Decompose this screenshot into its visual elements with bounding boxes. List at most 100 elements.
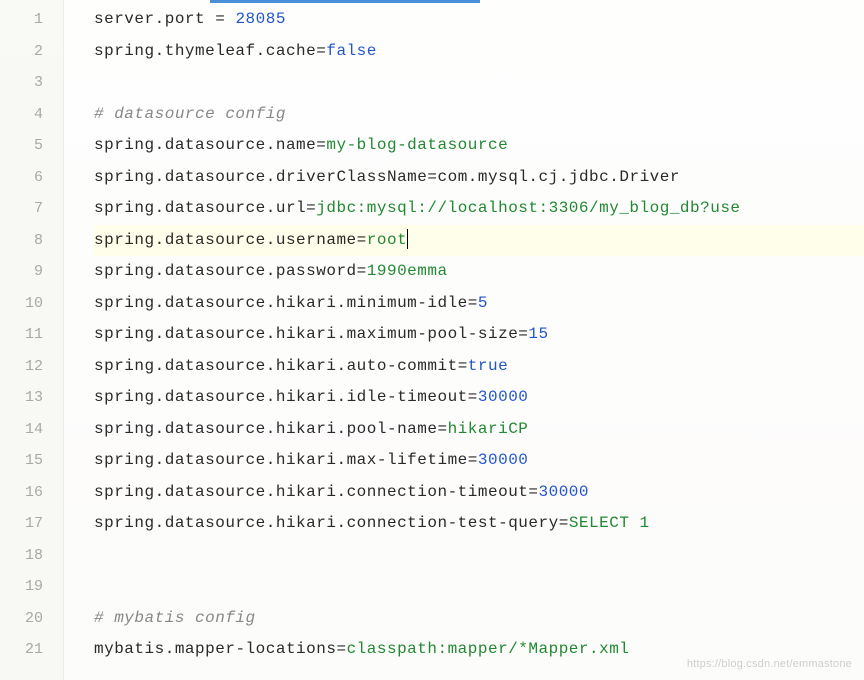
code-token: 1990emma — [367, 262, 448, 280]
code-token: . — [155, 262, 165, 280]
code-token: . — [336, 483, 346, 501]
line-number: 5 — [0, 130, 63, 162]
code-line[interactable]: spring.datasource.hikari.idle-timeout=30… — [94, 382, 864, 414]
code-token: spring — [94, 483, 155, 501]
code-token: . — [266, 514, 276, 532]
line-number: 4 — [0, 99, 63, 131]
code-token: . — [266, 451, 276, 469]
code-token: . — [266, 294, 276, 312]
code-area[interactable]: server.port = 28085spring.thymeleaf.cach… — [64, 0, 864, 680]
code-token: 30000 — [478, 388, 529, 406]
code-line[interactable]: spring.datasource.hikari.maximum-pool-si… — [94, 319, 864, 351]
code-token: # mybatis config — [94, 609, 256, 627]
code-line[interactable]: spring.datasource.hikari.connection-time… — [94, 477, 864, 509]
code-line[interactable] — [94, 540, 864, 572]
code-token: . — [266, 388, 276, 406]
watermark-text: https://blog.csdn.net/emmastone — [687, 658, 852, 670]
code-editor[interactable]: 123456789101112131415161718192021 server… — [0, 0, 864, 680]
code-token: . — [266, 420, 276, 438]
code-token: . — [155, 42, 165, 60]
code-token: . — [609, 168, 619, 186]
code-line[interactable]: spring.datasource.hikari.connection-test… — [94, 508, 864, 540]
line-number: 6 — [0, 162, 63, 194]
code-token: hikari — [276, 294, 337, 312]
line-number: 10 — [0, 288, 63, 320]
code-line[interactable]: spring.datasource.username=root — [94, 225, 864, 257]
code-token: 15 — [528, 325, 548, 343]
code-token: . — [336, 357, 346, 375]
code-token: . — [155, 388, 165, 406]
code-token: . — [155, 483, 165, 501]
code-token: jdbc — [569, 168, 609, 186]
code-token: hikari — [276, 420, 337, 438]
code-token: . — [336, 388, 346, 406]
code-token: hikari — [276, 388, 337, 406]
code-token: hikari — [276, 514, 337, 532]
code-token: classpath:mapper/*Mapper.xml — [347, 640, 630, 658]
code-line[interactable]: spring.datasource.password=1990emma — [94, 256, 864, 288]
code-token: . — [155, 199, 165, 217]
line-number: 19 — [0, 571, 63, 603]
code-token: . — [266, 168, 276, 186]
code-token: datasource — [165, 420, 266, 438]
code-token: spring — [94, 514, 155, 532]
code-line[interactable] — [94, 571, 864, 603]
code-token: . — [559, 168, 569, 186]
code-line[interactable]: spring.datasource.hikari.max-lifetime=30… — [94, 445, 864, 477]
code-line[interactable]: spring.datasource.name=my-blog-datasourc… — [94, 130, 864, 162]
code-token: datasource — [165, 451, 266, 469]
code-token: minimum-idle — [347, 294, 468, 312]
code-token: maximum-pool-size — [347, 325, 519, 343]
code-token: 30000 — [478, 451, 529, 469]
line-number: 1 — [0, 4, 63, 36]
line-number-gutter: 123456789101112131415161718192021 — [0, 0, 64, 680]
code-line[interactable]: spring.datasource.driverClassName=com.my… — [94, 162, 864, 194]
code-token: spring — [94, 451, 155, 469]
code-line[interactable]: spring.datasource.hikari.pool-name=hikar… — [94, 414, 864, 446]
code-token: mapper-locations — [175, 640, 337, 658]
code-token: hikari — [276, 483, 337, 501]
code-token: . — [266, 325, 276, 343]
code-token: . — [155, 514, 165, 532]
code-token: . — [336, 420, 346, 438]
code-line[interactable]: # datasource config — [94, 99, 864, 131]
code-token: . — [266, 483, 276, 501]
line-number: 8 — [0, 225, 63, 257]
code-token: = — [336, 640, 346, 658]
code-line[interactable]: spring.datasource.hikari.minimum-idle=5 — [94, 288, 864, 320]
code-token: . — [266, 199, 276, 217]
code-token: spring — [94, 262, 155, 280]
line-number: 18 — [0, 540, 63, 572]
code-token: mybatis — [94, 640, 165, 658]
code-line[interactable]: spring.datasource.url=jdbc:mysql://local… — [94, 193, 864, 225]
code-token: datasource — [165, 168, 266, 186]
code-token: . — [155, 325, 165, 343]
code-line[interactable]: spring.datasource.hikari.auto-commit=tru… — [94, 351, 864, 383]
code-token: auto-commit — [347, 357, 458, 375]
code-line[interactable]: spring.thymeleaf.cache=false — [94, 36, 864, 68]
code-line[interactable]: # mybatis config — [94, 603, 864, 635]
code-token: = — [316, 42, 326, 60]
code-token: = — [559, 514, 569, 532]
code-token: . — [266, 136, 276, 154]
code-token: = — [357, 262, 367, 280]
code-token: Driver — [619, 168, 680, 186]
line-number: 20 — [0, 603, 63, 635]
code-token: = — [458, 357, 468, 375]
code-token: pool-name — [347, 420, 438, 438]
code-line[interactable] — [94, 67, 864, 99]
code-line[interactable]: server.port = 28085 — [94, 4, 864, 36]
code-token: connection-timeout — [347, 483, 529, 501]
code-token: datasource — [165, 514, 266, 532]
code-token: . — [155, 294, 165, 312]
code-token: . — [155, 168, 165, 186]
code-token: port — [165, 10, 205, 28]
code-token: = — [205, 10, 235, 28]
code-token: datasource — [165, 357, 266, 375]
code-token: spring — [94, 325, 155, 343]
code-token: connection-test-query — [347, 514, 559, 532]
code-token: . — [266, 357, 276, 375]
code-token: cache — [266, 42, 317, 60]
code-token: . — [266, 262, 276, 280]
code-token: . — [336, 294, 346, 312]
